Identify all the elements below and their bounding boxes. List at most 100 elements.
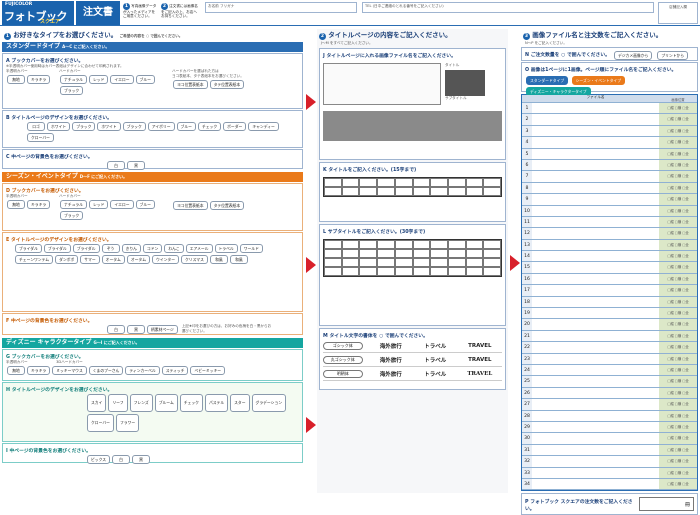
- image-position-field[interactable]: □縦 □横 □全: [659, 114, 697, 125]
- season-design-option[interactable]: 和風: [229, 255, 248, 264]
- image-position-field[interactable]: □縦 □横 □全: [659, 262, 697, 273]
- file-table-row[interactable]: 33 □縦 □横 □全: [522, 467, 697, 479]
- standard-hard-option[interactable]: ブルー: [135, 75, 155, 84]
- image-position-field[interactable]: □縦 □横 □全: [659, 216, 697, 228]
- file-table-row[interactable]: 5 □縦 □横 □全: [522, 148, 697, 160]
- season-semi-option[interactable]: 無地: [7, 200, 25, 209]
- file-table-row[interactable]: 26 □縦 □横 □全: [522, 387, 697, 400]
- season-hard-option[interactable]: ナチュラル: [60, 200, 87, 209]
- image-position-field[interactable]: □縦 □横 □全: [659, 228, 697, 239]
- file-table-row[interactable]: 17 □縦 □横 □全: [522, 285, 697, 297]
- disney-bg-option[interactable]: 黒: [132, 455, 151, 464]
- image-position-field[interactable]: □縦 □横 □全: [659, 137, 697, 148]
- season-bg-option[interactable]: 黒: [127, 325, 145, 334]
- disney-design-option[interactable]: ブルーム: [154, 394, 178, 412]
- file-table-row[interactable]: 19 □縦 □横 □全: [522, 308, 697, 320]
- disney-design-option[interactable]: クローバー: [87, 414, 114, 432]
- standard-hard-option[interactable]: レッド: [88, 75, 109, 84]
- file-name-field[interactable]: [532, 296, 659, 308]
- standard-design-option[interactable]: ロゴ: [27, 122, 45, 131]
- image-position-field[interactable]: □縦 □横 □全: [659, 467, 697, 478]
- file-name-field[interactable]: [532, 308, 659, 319]
- file-name-field[interactable]: [532, 444, 659, 456]
- file-name-field[interactable]: [532, 330, 659, 342]
- file-name-field[interactable]: [532, 194, 659, 205]
- file-name-field[interactable]: [532, 319, 659, 330]
- disney-cover-option[interactable]: ティンカーベル: [125, 366, 160, 375]
- season-design-option[interactable]: コドン: [142, 244, 163, 253]
- standard-orient-option[interactable]: タテ位置表紙本: [209, 80, 245, 89]
- n-option[interactable]: プリントから: [657, 51, 689, 60]
- file-name-field[interactable]: [532, 148, 659, 159]
- name-field[interactable]: お名前 フリガナ: [205, 2, 357, 13]
- file-table-row[interactable]: 28 □縦 □横 □全: [522, 410, 697, 422]
- font-option-row[interactable]: 丸ゴシック体 海外旅行 トラベル TRAVEL: [323, 353, 502, 367]
- file-table-row[interactable]: 32 □縦 □横 □全: [522, 456, 697, 468]
- image-position-field[interactable]: □縦 □横 □全: [659, 456, 697, 467]
- standard-design-option[interactable]: ボーダー: [223, 122, 247, 131]
- file-name-field[interactable]: [532, 216, 659, 228]
- disney-cover-option[interactable]: ベビーミッキー: [190, 366, 226, 375]
- image-position-field[interactable]: □縦 □横 □全: [659, 285, 697, 296]
- file-table-row[interactable]: 15 □縦 □横 □全: [522, 262, 697, 274]
- file-table-row[interactable]: 18 □縦 □横 □全: [522, 296, 697, 309]
- season-design-option[interactable]: オータム: [126, 255, 151, 264]
- image-position-field[interactable]: □縦 □横 □全: [659, 353, 697, 364]
- file-name-field[interactable]: [532, 342, 659, 353]
- standard-design-option[interactable]: ホワイト: [47, 122, 71, 131]
- season-design-option[interactable]: ウインター: [152, 255, 180, 264]
- file-table-row[interactable]: 20 □縦 □横 □全: [522, 319, 697, 331]
- season-design-option[interactable]: ぞう: [101, 244, 120, 253]
- disney-bg-option[interactable]: ピックス: [87, 455, 111, 464]
- image-position-field[interactable]: □縦 □横 □全: [659, 342, 697, 353]
- standard-design-option[interactable]: チェック: [197, 122, 222, 131]
- file-table-row[interactable]: 14 □縦 □横 □全: [522, 251, 697, 263]
- image-position-field[interactable]: □縦 □横 □全: [659, 182, 697, 194]
- file-name-field[interactable]: [532, 205, 659, 216]
- file-table-row[interactable]: 25 □縦 □横 □全: [522, 376, 697, 388]
- file-name-field[interactable]: [532, 182, 659, 194]
- file-name-field[interactable]: [532, 159, 659, 171]
- k-title-grid[interactable]: [323, 177, 502, 197]
- file-name-field[interactable]: [532, 171, 659, 182]
- file-table-row[interactable]: 22 □縦 □横 □全: [522, 342, 697, 354]
- disney-cover-option[interactable]: くまのプーさん: [88, 366, 124, 375]
- file-name-field[interactable]: [532, 410, 659, 421]
- file-name-field[interactable]: [532, 478, 659, 490]
- season-design-option[interactable]: サマー: [80, 255, 100, 264]
- file-table-row[interactable]: 23 □縦 □横 □全: [522, 353, 697, 365]
- standard-design-option[interactable]: アイボリー: [147, 122, 175, 131]
- disney-design-option[interactable]: スカイ: [87, 394, 107, 412]
- season-hard-option[interactable]: ブラック: [60, 211, 84, 220]
- image-position-field[interactable]: □縦 □横 □全: [659, 376, 697, 387]
- disney-cover-option[interactable]: キラキラ: [27, 366, 51, 375]
- standard-design-option[interactable]: キャンディー: [248, 122, 279, 131]
- standard-design-option[interactable]: クローバー: [27, 133, 54, 142]
- file-table-row[interactable]: 13 □縦 □横 □全: [522, 239, 697, 252]
- file-name-field[interactable]: [532, 137, 659, 148]
- image-position-field[interactable]: □縦 □横 □全: [659, 387, 697, 399]
- disney-cover-option[interactable]: ミッキーマウス: [52, 366, 87, 375]
- file-table-row[interactable]: 34 □縦 □横 □全: [522, 478, 697, 491]
- season-design-option[interactable]: チェーンワンテム: [15, 255, 54, 264]
- disney-design-option[interactable]: グラデーション: [251, 394, 287, 412]
- file-name-field[interactable]: [532, 421, 659, 433]
- file-name-field[interactable]: [532, 228, 659, 239]
- season-design-option[interactable]: きりん: [121, 244, 141, 253]
- standard-design-option[interactable]: ブラック: [72, 122, 96, 131]
- file-table-row[interactable]: 4 □縦 □横 □全: [522, 137, 697, 149]
- season-design-option[interactable]: ワールド: [239, 244, 263, 253]
- file-table-row[interactable]: 16 □縦 □横 □全: [522, 273, 697, 286]
- file-table-row[interactable]: 6 □縦 □横 □全: [522, 159, 697, 172]
- image-position-field[interactable]: □縦 □横 □全: [659, 273, 697, 285]
- disney-design-option[interactable]: フラワー: [115, 414, 140, 432]
- file-table-row[interactable]: 7 □縦 □横 □全: [522, 171, 697, 183]
- season-bg-option[interactable]: 白: [107, 325, 125, 334]
- disney-cover-option[interactable]: 無地: [7, 366, 25, 375]
- n-option[interactable]: デジカメ画像から: [613, 51, 653, 60]
- font-option-row[interactable]: 明朝体 海外旅行 トラベル TRAVEL: [323, 367, 502, 381]
- disney-design-option[interactable]: リーフ: [108, 394, 128, 412]
- disney-design-option[interactable]: チェック: [179, 394, 203, 412]
- standard-hard-option[interactable]: ブラック: [60, 86, 84, 95]
- standard-bg-option[interactable]: 黒: [127, 161, 145, 170]
